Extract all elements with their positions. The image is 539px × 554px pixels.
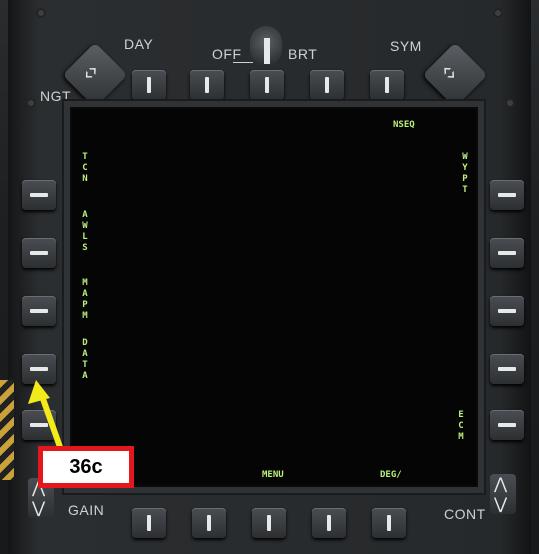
callout-box: 36c	[38, 446, 134, 488]
arrow-shaft	[39, 395, 63, 448]
callout-label: 36c	[69, 455, 103, 478]
